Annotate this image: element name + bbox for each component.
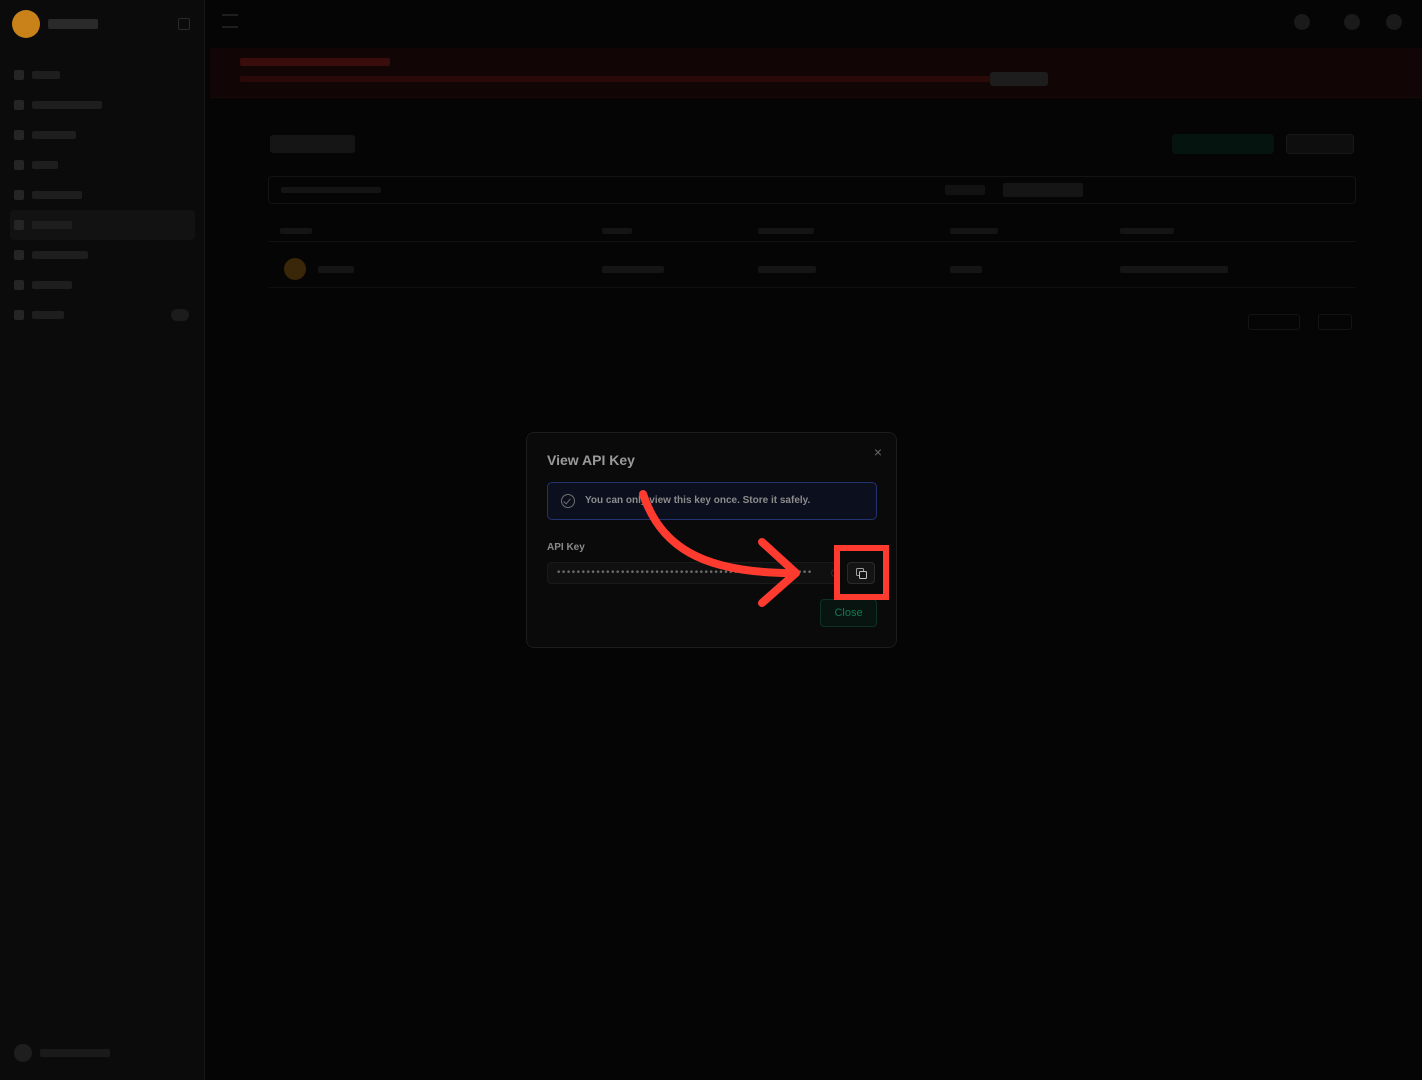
sidebar-item[interactable] xyxy=(10,60,195,90)
nav-label-placeholder xyxy=(32,101,102,109)
filter-select[interactable] xyxy=(1003,183,1083,197)
brand-name-placeholder xyxy=(48,19,98,29)
sidebar-item[interactable] xyxy=(10,120,195,150)
sidebar-item[interactable] xyxy=(10,270,195,300)
nav-label-placeholder xyxy=(32,311,64,319)
close-button[interactable]: Close xyxy=(820,599,877,627)
notice-text: You can only view this key once. Store i… xyxy=(585,495,811,506)
column-header-placeholder xyxy=(602,228,632,234)
cell-placeholder xyxy=(950,266,982,273)
menu-icon[interactable] xyxy=(222,14,238,28)
sidebar-item[interactable] xyxy=(10,300,195,330)
app-background: View API Key × You can only view this ke… xyxy=(0,0,1422,1080)
pagination-next[interactable] xyxy=(1318,314,1352,330)
api-key-label: API Key xyxy=(547,542,585,553)
column-header-placeholder xyxy=(1120,228,1174,234)
api-key-field[interactable]: ••••••••••••••••••••••••••••••••••••••••… xyxy=(547,562,837,584)
nav-label-placeholder xyxy=(32,71,60,79)
nav-icon xyxy=(14,310,24,320)
nav-icon xyxy=(14,190,24,200)
nav-icon xyxy=(14,280,24,290)
sidebar-item[interactable] xyxy=(10,240,195,270)
nav-icon xyxy=(14,250,24,260)
pagination-previous[interactable] xyxy=(1248,314,1300,330)
nav-badge xyxy=(171,309,189,321)
page-title-placeholder xyxy=(270,135,355,153)
cell-placeholder xyxy=(758,266,816,273)
table-header xyxy=(268,218,1356,242)
sidebar-item-active[interactable] xyxy=(10,210,195,240)
check-circle-icon xyxy=(561,494,575,508)
filter-select[interactable] xyxy=(945,185,985,195)
view-api-key-dialog: View API Key × You can only view this ke… xyxy=(526,432,897,648)
avatar[interactable] xyxy=(1386,14,1402,30)
close-icon[interactable]: × xyxy=(871,445,885,459)
brand-logo xyxy=(12,10,40,38)
banner-action-button[interactable] xyxy=(990,72,1048,86)
user-menu[interactable] xyxy=(14,1044,110,1062)
search-input-placeholder[interactable] xyxy=(281,187,381,193)
nav-label-placeholder xyxy=(32,131,76,139)
dialog-title: View API Key xyxy=(547,452,635,468)
user-name-placeholder xyxy=(40,1049,110,1057)
nav-icon xyxy=(14,100,24,110)
nav-label-placeholder xyxy=(32,191,82,199)
sidebar-nav xyxy=(10,60,195,330)
cell-placeholder xyxy=(602,266,664,273)
cell-placeholder xyxy=(1120,266,1228,273)
filter-bar xyxy=(268,176,1356,204)
banner-text-placeholder xyxy=(240,76,990,82)
sidebar-item[interactable] xyxy=(10,150,195,180)
avatar xyxy=(14,1044,32,1062)
nav-label-placeholder xyxy=(32,161,58,169)
nav-label-placeholder xyxy=(32,221,72,229)
avatar xyxy=(284,258,306,280)
brand[interactable] xyxy=(12,10,98,38)
nav-label-placeholder xyxy=(32,251,88,259)
annotation-highlight-box xyxy=(834,545,889,600)
sidebar-item[interactable] xyxy=(10,90,195,120)
nav-icon xyxy=(14,70,24,80)
nav-label-placeholder xyxy=(32,281,72,289)
topbar-icon[interactable] xyxy=(1344,14,1360,30)
sidebar-collapse-button[interactable] xyxy=(178,18,190,30)
banner-title-placeholder xyxy=(240,58,390,66)
table-row[interactable] xyxy=(268,252,1356,288)
warning-banner xyxy=(210,48,1422,98)
sidebar xyxy=(0,0,205,1080)
column-header-placeholder xyxy=(280,228,312,234)
nav-icon xyxy=(14,220,24,230)
sidebar-item[interactable] xyxy=(10,180,195,210)
new-key-button[interactable] xyxy=(1172,134,1274,154)
column-header-placeholder xyxy=(950,228,998,234)
topbar-icon[interactable] xyxy=(1294,14,1310,30)
info-notice: You can only view this key once. Store i… xyxy=(547,482,877,520)
nav-icon xyxy=(14,130,24,140)
nav-icon xyxy=(14,160,24,170)
cell-placeholder xyxy=(318,266,354,273)
more-button[interactable] xyxy=(1286,134,1354,154)
column-header-placeholder xyxy=(758,228,814,234)
